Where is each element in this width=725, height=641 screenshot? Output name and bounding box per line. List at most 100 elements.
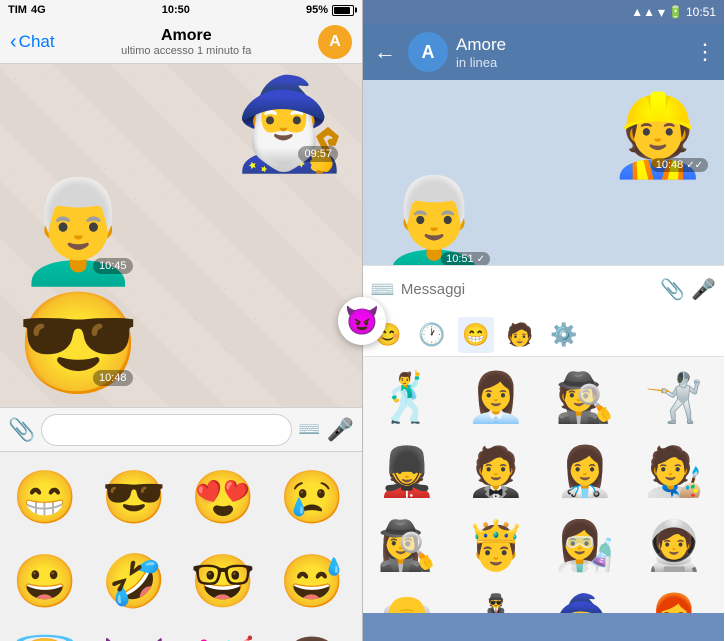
table-row: 👷 10:48 ✓✓: [608, 96, 708, 176]
keyboard-icon[interactable]: ⌨️: [298, 419, 320, 440]
status-icons: ▲▲ ▾ 🔋 10:51: [631, 4, 716, 21]
list-item[interactable]: 👩‍🔬: [544, 509, 626, 581]
list-item[interactable]: 🕵️‍♀️: [366, 509, 448, 581]
contact-sub: in linea: [456, 55, 686, 70]
tab-pack1[interactable]: 😁: [458, 317, 494, 353]
list-item[interactable]: 🧑‍🚀: [633, 509, 715, 581]
table-row: 😎 10:48: [16, 294, 141, 394]
msg-time: 10:48: [93, 370, 133, 386]
msg-time: 10:51 ✓: [441, 252, 490, 265]
keyboard-icon[interactable]: ⌨️: [370, 277, 395, 302]
right-panel: ▲▲ ▾ 🔋 10:51 ← A Amore in linea ⋮ 👷 10:4…: [362, 0, 724, 641]
list-item[interactable]: 🤴: [455, 509, 537, 581]
list-item[interactable]: 🕺: [366, 361, 448, 433]
list-item[interactable]: 🤺: [633, 361, 715, 433]
tg-message-list: 👷 10:48 ✓✓ 👨‍🦳 10:51 ✓: [370, 88, 716, 265]
list-item[interactable]: 😇: [4, 624, 86, 641]
back-label: Chat: [19, 32, 55, 52]
checkmarks: ✓: [477, 254, 485, 265]
list-item[interactable]: 👴: [366, 583, 448, 613]
list-item[interactable]: 😢: [271, 456, 353, 538]
list-item[interactable]: 👩‍⚕️: [544, 435, 626, 507]
checkmarks: ✓✓: [686, 160, 703, 171]
avatar[interactable]: A: [408, 32, 448, 72]
attach-icon[interactable]: 📎: [8, 417, 35, 443]
ios-nav-bar: ‹ Chat Amore ultimo accesso 1 minuto fa …: [0, 20, 362, 64]
contact-info: Amore in linea: [456, 35, 686, 70]
contact-sub: ultimo accesso 1 minuto fa: [121, 45, 251, 57]
battery-label: 95%: [306, 4, 328, 16]
battery-icon: 🔋: [668, 5, 683, 19]
list-item[interactable]: 🤣: [93, 540, 175, 622]
msg-time: 10:45: [93, 258, 133, 274]
ios-time: 10:50: [162, 4, 190, 16]
list-item[interactable]: 🕵️: [544, 361, 626, 433]
contact-info: Amore ultimo accesso 1 minuto fa: [121, 27, 251, 57]
avatar-label: A: [422, 42, 435, 63]
avatar[interactable]: A: [318, 25, 352, 59]
list-item[interactable]: 😅: [271, 540, 353, 622]
tab-recent[interactable]: 🕐: [414, 317, 450, 353]
table-row: 🧙‍♂️ 09:57: [234, 80, 346, 170]
tg-input-bar: ⌨️ 📎 🎤: [362, 265, 724, 313]
mic-icon[interactable]: 🎤: [691, 277, 716, 302]
list-item[interactable]: 🧙: [544, 583, 626, 613]
ios-status-left: TIM 4G: [8, 4, 46, 16]
list-item[interactable]: 👦: [271, 624, 353, 641]
list-item[interactable]: 🕴️: [455, 583, 537, 613]
list-item[interactable]: 👩‍💼: [455, 361, 537, 433]
message-input[interactable]: [41, 414, 292, 446]
tg-chat-area: 👷 10:48 ✓✓ 👨‍🦳 10:51 ✓: [362, 80, 724, 265]
carrier-label: TIM: [8, 4, 27, 16]
tg-sticker-picker: 😊 🕐 😁 🧑 ⚙️ 🕺 👩‍💼 🕵️ 🤺 💂 🤵 👩‍⚕️ 🧑‍🎨 🕵️‍♀️…: [362, 313, 724, 613]
ios-status-right: 95%: [306, 4, 354, 16]
signal-icon: ▲▲: [631, 5, 655, 19]
list-item[interactable]: 😎: [93, 456, 175, 538]
list-item[interactable]: 👩‍🦰: [633, 583, 715, 613]
input-bar: 📎 ⌨️ 🎤: [0, 407, 362, 451]
wifi-icon: ▾: [658, 4, 665, 21]
network-label: 4G: [31, 4, 46, 16]
list-item[interactable]: 🤵: [455, 435, 537, 507]
tg-sticker-grid: 🕺 👩‍💼 🕵️ 🤺 💂 🤵 👩‍⚕️ 🧑‍🎨 🕵️‍♀️ 🤴 👩‍🔬 🧑‍🚀 …: [366, 361, 720, 613]
tg-sticker-content: 🕺 👩‍💼 🕵️ 🤺 💂 🤵 👩‍⚕️ 🧑‍🎨 🕵️‍♀️ 🤴 👩‍🔬 🧑‍🚀 …: [362, 357, 724, 613]
chevron-left-icon: ‹: [10, 32, 17, 52]
center-logo: 😈: [338, 297, 386, 345]
list-item[interactable]: 😁: [4, 456, 86, 538]
attach-icon[interactable]: 📎: [660, 277, 685, 302]
sticker-grid: 😁 😎 😍 😢 😀 🤣 🤓 😅 😇 😈 🥳 👦: [0, 452, 362, 641]
list-item[interactable]: 🤓: [182, 540, 264, 622]
list-item[interactable]: 💂: [366, 435, 448, 507]
sticker-picker: 😁 😎 😍 😢 😀 🤣 🤓 😅 😇 😈 🥳 👦: [0, 451, 362, 641]
message-input[interactable]: [401, 281, 654, 298]
avatar-label: A: [329, 33, 341, 51]
table-row: 👨‍🦳 10:45: [16, 182, 141, 282]
chat-area: 🧙‍♂️ 09:57 👨‍🦳 10:45 😎 10:48: [0, 64, 362, 407]
list-item[interactable]: 😈: [93, 624, 175, 641]
android-status-bar: ▲▲ ▾ 🔋 10:51: [362, 0, 724, 24]
left-panel: TIM 4G 10:50 95% ‹ Chat Amore ultimo acc…: [0, 0, 362, 641]
tab-settings[interactable]: ⚙️: [546, 317, 582, 353]
list-item[interactable]: 🧑‍🎨: [633, 435, 715, 507]
ios-status-bar: TIM 4G 10:50 95%: [0, 0, 362, 20]
list-item[interactable]: 😍: [182, 456, 264, 538]
message-list: 🧙‍♂️ 09:57 👨‍🦳 10:45 😎 10:48: [8, 72, 354, 407]
picker-tabs: 😊 🕐 😁 🧑 ⚙️: [362, 313, 724, 357]
table-row: 👨‍🦳 10:51 ✓: [378, 180, 490, 265]
mic-icon[interactable]: 🎤: [327, 417, 354, 443]
msg-time: 10:48 ✓✓: [651, 158, 708, 172]
battery-fill: [334, 7, 350, 14]
contact-name: Amore: [161, 27, 212, 45]
battery-icon: [332, 5, 354, 16]
back-button[interactable]: ‹ Chat: [10, 32, 55, 52]
list-item[interactable]: 🥳: [182, 624, 264, 641]
msg-time: 09:57: [298, 146, 338, 162]
menu-button[interactable]: ⋮: [694, 39, 716, 65]
logo-icon: 😈: [345, 304, 380, 337]
contact-name: Amore: [456, 35, 686, 55]
tab-pack2[interactable]: 🧑: [502, 317, 538, 353]
list-item[interactable]: 😀: [4, 540, 86, 622]
back-button[interactable]: ←: [370, 35, 400, 69]
android-toolbar: ← A Amore in linea ⋮: [362, 24, 724, 80]
status-time: 10:51: [686, 5, 716, 19]
